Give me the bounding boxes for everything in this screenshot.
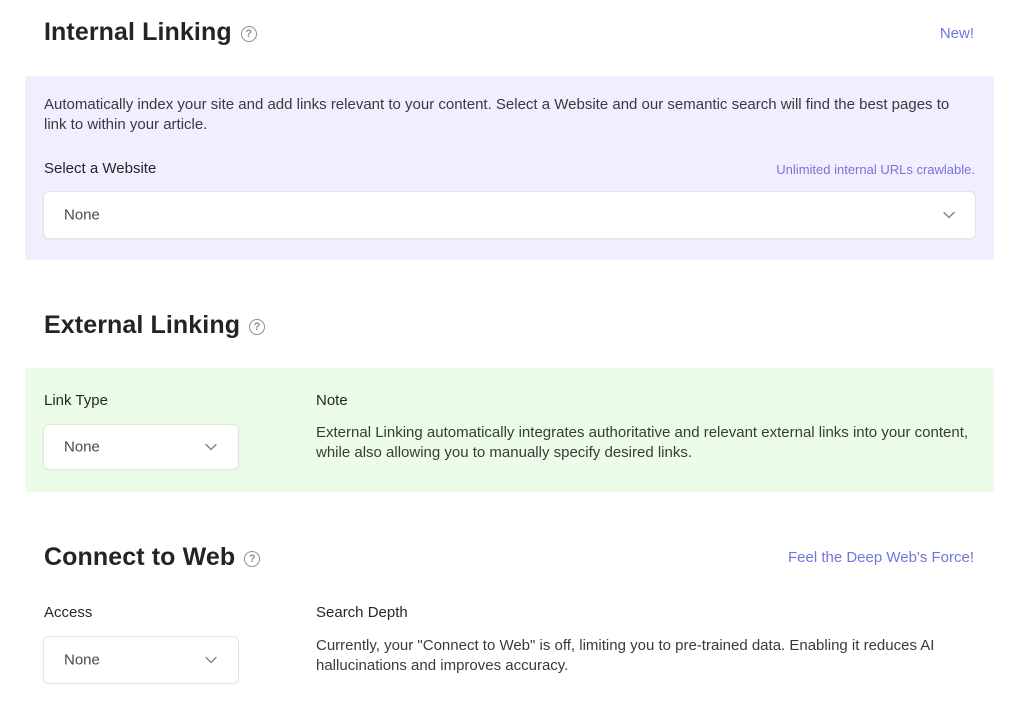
unlimited-urls-hint: Unlimited internal URLs crawlable.	[776, 162, 975, 177]
external-linking-header: External Linking ?	[44, 311, 266, 340]
external-linking-panel: Link Type None Note External Linking aut…	[25, 368, 994, 492]
internal-linking-title: Internal Linking	[44, 18, 232, 46]
chevron-down-icon	[205, 443, 217, 451]
external-linking-title: External Linking	[44, 311, 241, 339]
chevron-down-icon	[943, 211, 955, 219]
help-icon[interactable]: ?	[244, 550, 261, 567]
select-website-label: Select a Website	[44, 160, 157, 177]
deep-web-tagline: Feel the Deep Web's Force!	[787, 549, 974, 566]
link-type-select-value: None	[64, 438, 100, 456]
search-depth-label: Search Depth	[316, 604, 408, 621]
access-select-value: None	[64, 651, 100, 669]
connect-to-web-title: Connect to Web	[44, 543, 236, 571]
page: Internal Linking ? New! Automatically in…	[0, 0, 1024, 710]
help-icon[interactable]: ?	[240, 25, 257, 42]
chevron-down-icon	[205, 656, 217, 664]
access-select[interactable]: None	[43, 636, 239, 684]
access-label: Access	[44, 604, 93, 621]
link-type-select[interactable]: None	[43, 424, 239, 470]
new-badge: New!	[939, 25, 974, 42]
internal-linking-description: Automatically index your site and add li…	[44, 96, 950, 133]
help-icon[interactable]: ?	[249, 318, 266, 335]
external-note-text: External Linking automatically integrate…	[316, 424, 969, 461]
search-depth-text: Currently, your "Connect to Web" is off,…	[316, 637, 935, 674]
website-select-value: None	[64, 206, 100, 224]
note-label: Note	[316, 392, 348, 409]
website-select[interactable]: None	[43, 191, 976, 239]
link-type-label: Link Type	[44, 392, 108, 409]
internal-linking-header: Internal Linking ?	[44, 18, 257, 47]
connect-to-web-header: Connect to Web ?	[44, 543, 261, 572]
internal-linking-panel: Automatically index your site and add li…	[25, 76, 994, 260]
